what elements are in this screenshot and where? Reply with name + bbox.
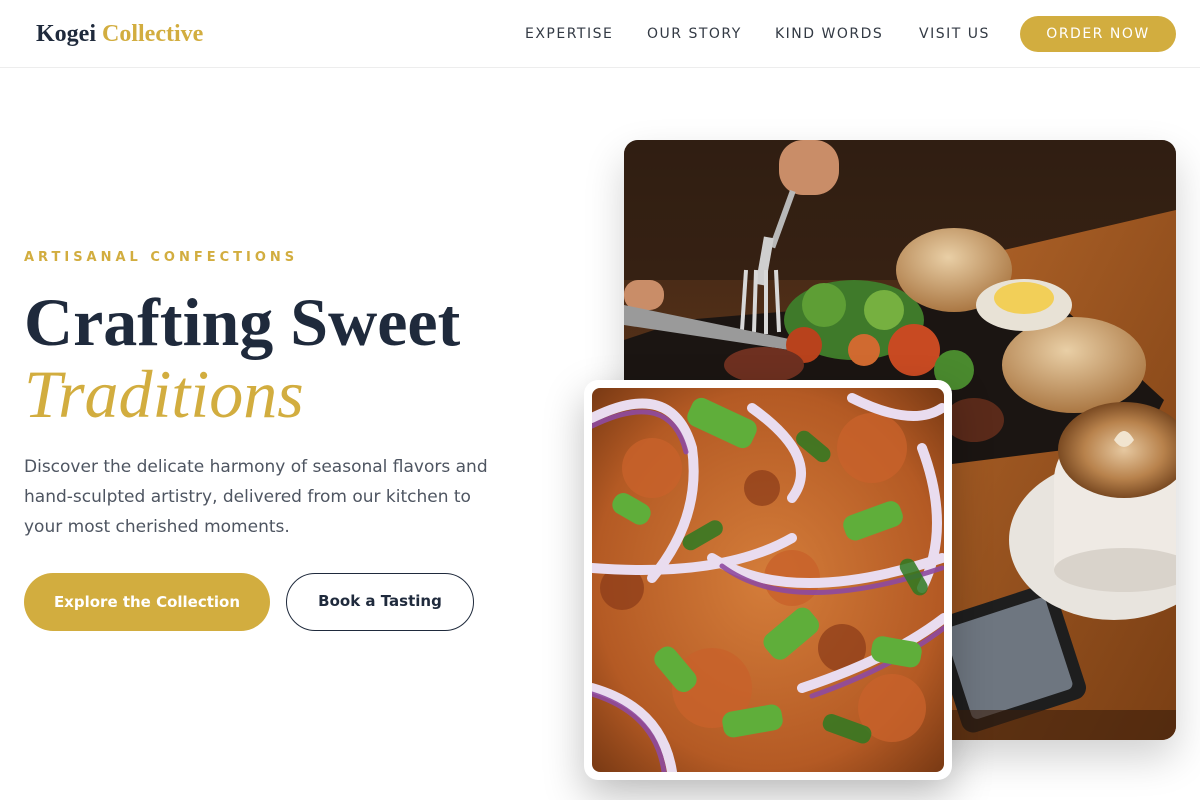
- nav-link-expertise[interactable]: EXPERTISE: [525, 24, 613, 44]
- explore-collection-button[interactable]: Explore the Collection: [24, 573, 270, 631]
- hero-description: Discover the delicate harmony of seasona…: [24, 457, 488, 537]
- book-tasting-button[interactable]: Book a Tasting: [286, 573, 474, 631]
- hero-title-line1: Crafting Sweet: [24, 284, 461, 360]
- nav-link-our-story[interactable]: OUR STORY: [647, 24, 742, 44]
- site-header: Kogei Collective EXPERTISE OUR STORY KIN…: [0, 0, 1200, 68]
- hero-eyebrow: ARTISANAL CONFECTIONS: [24, 250, 299, 265]
- nav-link-visit-us[interactable]: VISIT US: [919, 24, 990, 44]
- brand-word-primary: Kogei: [36, 21, 96, 47]
- food-closeup-card: [584, 380, 952, 780]
- brand-logo[interactable]: Kogei Collective: [36, 19, 203, 49]
- nav-link-kind-words[interactable]: KIND WORDS: [775, 24, 883, 44]
- food-closeup-photo: [592, 388, 944, 772]
- order-now-button[interactable]: ORDER NOW: [1020, 16, 1176, 52]
- brand-word-accent: Collective: [102, 21, 204, 47]
- hero-title-line2: Traditions: [24, 356, 304, 432]
